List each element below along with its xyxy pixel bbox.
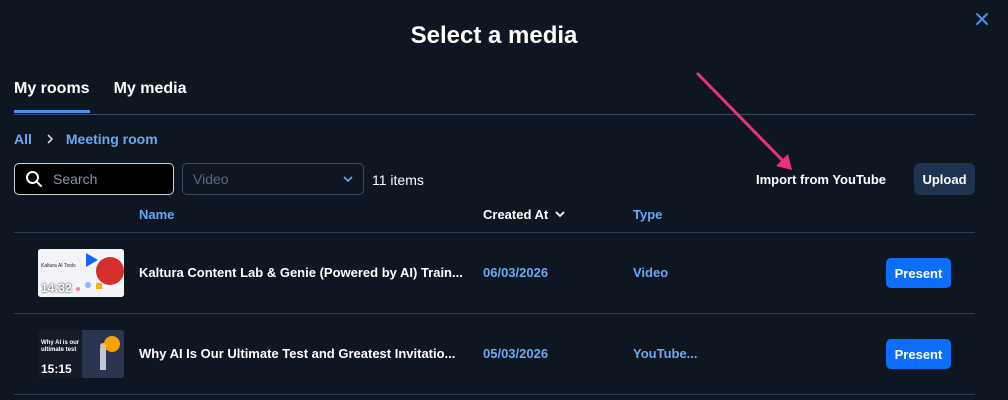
tab-my-rooms[interactable]: My rooms bbox=[14, 80, 90, 113]
table-row[interactable]: Why AI is our ultimate test 15:15 Why AI… bbox=[14, 314, 975, 394]
item-count: 11 items bbox=[372, 172, 424, 188]
duration-label: 15:15 bbox=[41, 362, 72, 376]
present-button[interactable]: Present bbox=[886, 258, 951, 288]
column-header-name[interactable]: Name bbox=[139, 207, 174, 222]
column-header-created-label: Created At bbox=[483, 207, 549, 222]
upload-button[interactable]: Upload bbox=[914, 163, 975, 195]
media-type: Video bbox=[633, 265, 669, 280]
tab-bar: My rooms My media bbox=[14, 80, 187, 113]
tab-divider bbox=[14, 114, 975, 115]
breadcrumb-root[interactable]: All bbox=[14, 131, 32, 147]
breadcrumb: All Meeting room bbox=[14, 131, 158, 147]
sort-down-icon bbox=[555, 211, 565, 218]
thumbnail-caption: Kaltura AI Tools bbox=[41, 263, 76, 269]
table-divider bbox=[14, 394, 975, 395]
search-box[interactable] bbox=[14, 163, 174, 195]
table-row[interactable]: Kaltura AI Tools 14:32 Kaltura Content L… bbox=[14, 233, 975, 313]
dialog-title: Select a media bbox=[410, 22, 578, 49]
close-icon[interactable] bbox=[973, 10, 991, 28]
tab-my-media[interactable]: My media bbox=[114, 80, 187, 113]
annotation-arrow-icon bbox=[696, 72, 792, 170]
media-created: 05/03/2026 bbox=[483, 346, 549, 361]
import-youtube-button[interactable]: Import from YouTube bbox=[756, 172, 886, 187]
search-input[interactable] bbox=[53, 171, 163, 187]
chevron-right-icon bbox=[46, 132, 54, 147]
type-filter-select[interactable]: Video bbox=[182, 163, 364, 195]
thumbnail-caption: Why AI is our ultimate test bbox=[41, 340, 80, 353]
column-header-created[interactable]: Created At bbox=[483, 207, 565, 222]
present-button[interactable]: Present bbox=[886, 339, 951, 369]
duration-label: 14:32 bbox=[41, 281, 72, 295]
media-name: Kaltura Content Lab & Genie (Powered by … bbox=[139, 265, 463, 280]
media-thumbnail: Why AI is our ultimate test 15:15 bbox=[38, 330, 124, 378]
media-name: Why AI Is Our Ultimate Test and Greatest… bbox=[139, 346, 456, 361]
media-created: 06/03/2026 bbox=[483, 265, 549, 280]
search-icon bbox=[26, 171, 42, 187]
media-thumbnail: Kaltura AI Tools 14:32 bbox=[38, 249, 124, 297]
column-header-type[interactable]: Type bbox=[633, 207, 662, 222]
type-filter-value: Video bbox=[193, 171, 229, 187]
breadcrumb-current[interactable]: Meeting room bbox=[66, 131, 158, 147]
media-type: YouTube... bbox=[633, 346, 698, 361]
chevron-down-icon bbox=[343, 176, 353, 183]
